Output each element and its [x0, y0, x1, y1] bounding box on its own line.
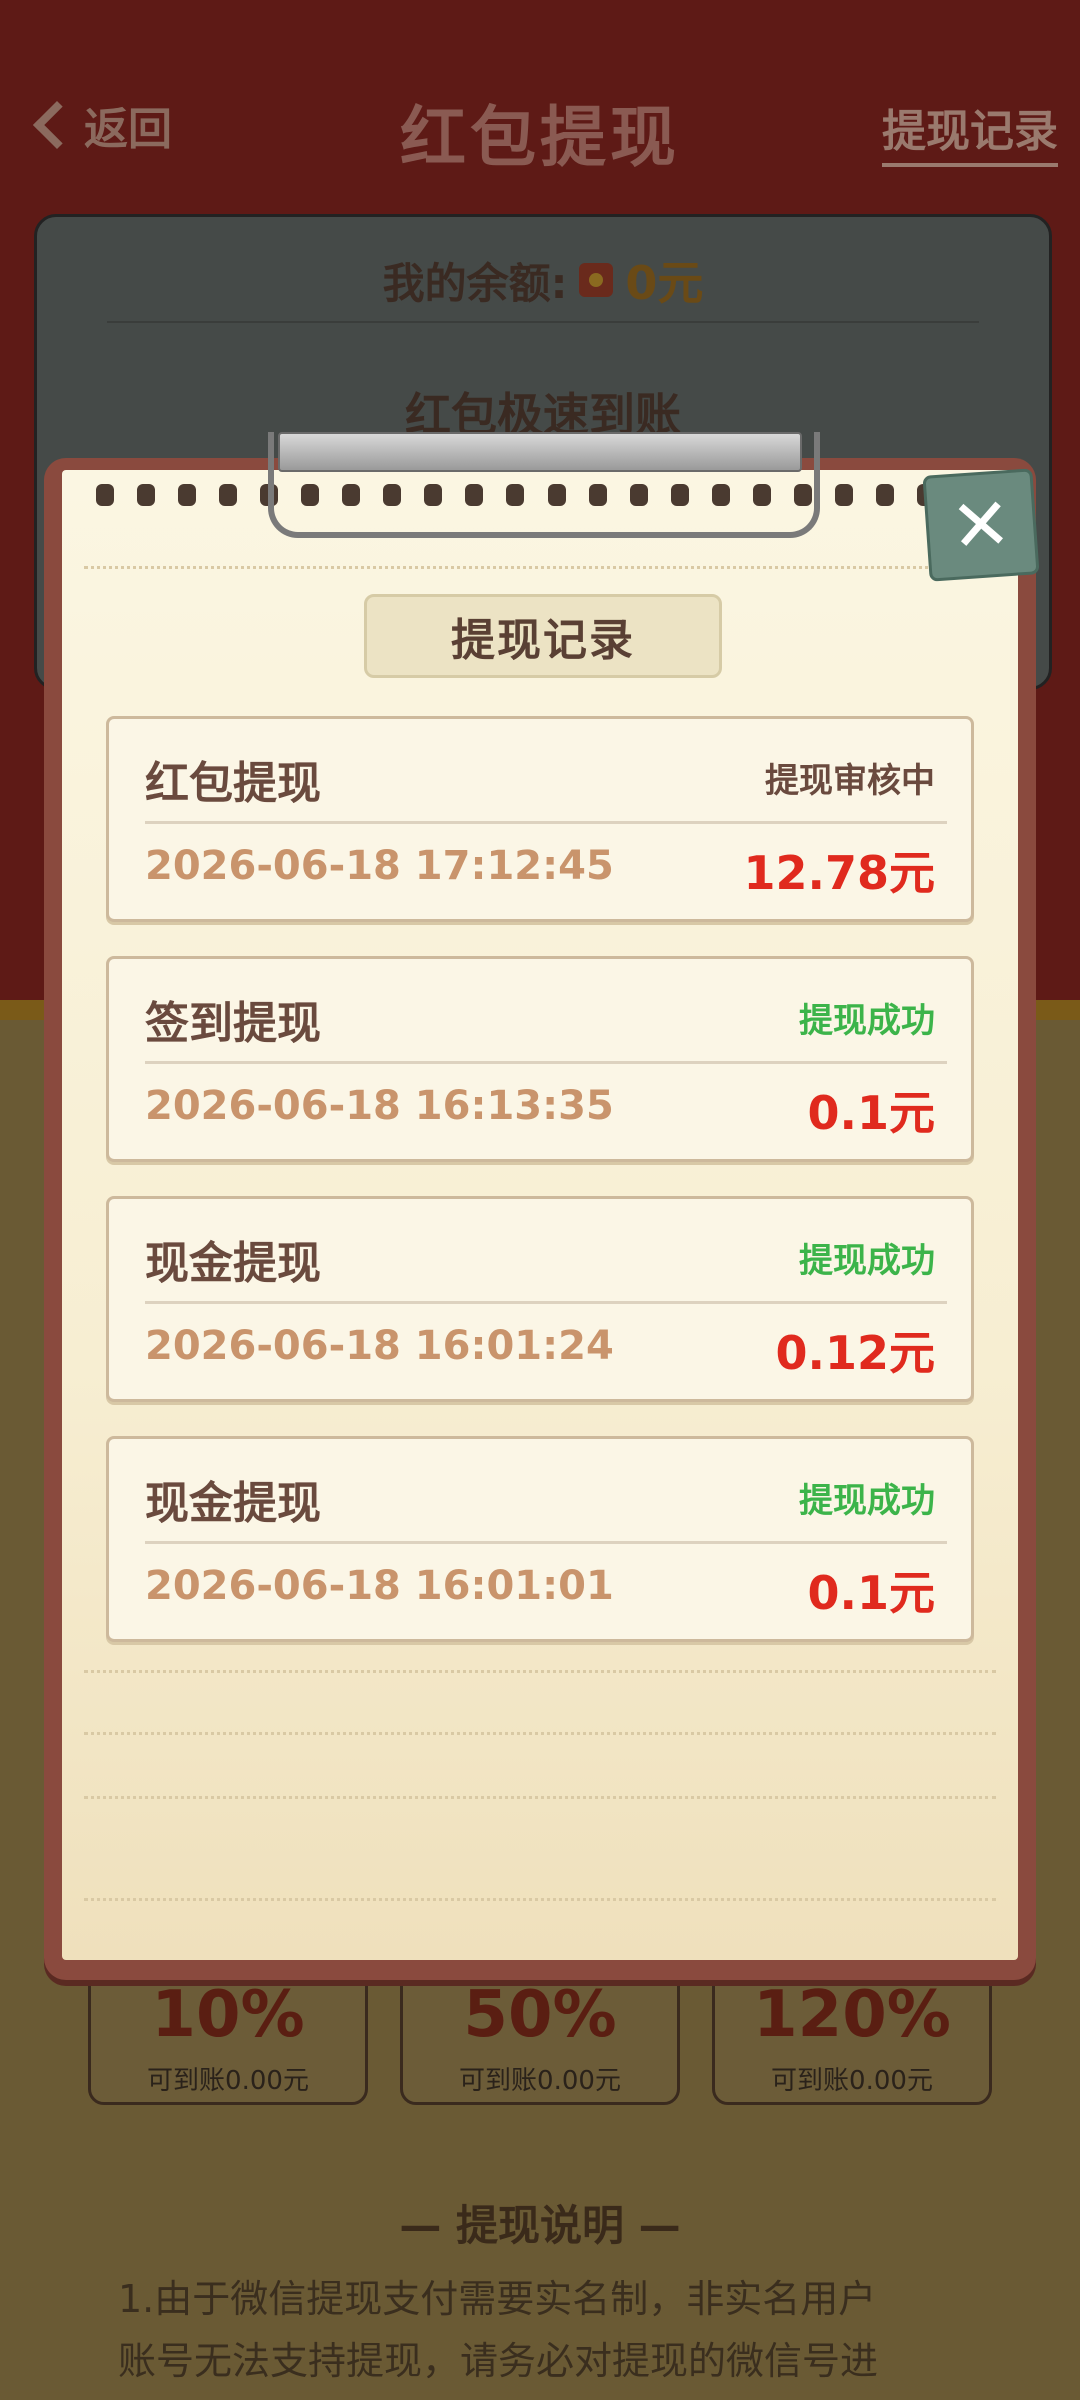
record-item[interactable]: 签到提现 提现成功 2026-06-18 16:13:35 0.1元	[106, 956, 974, 1162]
records-list: 红包提现 提现审核中 2026-06-18 17:12:45 12.78元 签到…	[106, 716, 974, 1676]
record-status: 提现审核中	[765, 761, 935, 801]
record-status: 提现成功	[799, 1001, 935, 1041]
dotted-rule	[84, 1732, 996, 1735]
record-item[interactable]: 红包提现 提现审核中 2026-06-18 17:12:45 12.78元	[106, 716, 974, 922]
dotted-rule	[84, 1796, 996, 1799]
dotted-rule	[84, 1898, 996, 1901]
record-time: 2026-06-18 16:01:24	[145, 1323, 614, 1369]
record-time: 2026-06-18 16:13:35	[145, 1083, 614, 1129]
record-item[interactable]: 现金提现 提现成功 2026-06-18 16:01:01 0.1元	[106, 1436, 974, 1642]
record-amount: 12.78元	[743, 846, 935, 900]
clipboard-clip-bar	[278, 432, 802, 472]
record-time: 2026-06-18 16:01:01	[145, 1563, 614, 1609]
record-amount: 0.1元	[807, 1566, 936, 1620]
record-amount: 0.1元	[807, 1086, 936, 1140]
record-item[interactable]: 现金提现 提现成功 2026-06-18 16:01:24 0.12元	[106, 1196, 974, 1402]
record-divider	[145, 1541, 947, 1544]
record-title: 红包提现	[145, 758, 321, 809]
record-status: 提现成功	[799, 1481, 935, 1521]
dotted-rule	[84, 566, 996, 569]
record-divider	[145, 1061, 947, 1064]
record-status: 提现成功	[799, 1241, 935, 1281]
record-divider	[145, 821, 947, 824]
record-time: 2026-06-18 17:12:45	[145, 843, 614, 889]
modal-title: 提现记录	[364, 594, 722, 678]
record-title: 现金提现	[145, 1478, 321, 1529]
close-button[interactable]: ✕	[922, 468, 1040, 582]
record-title: 签到提现	[145, 998, 321, 1049]
record-divider	[145, 1301, 947, 1304]
record-title: 现金提现	[145, 1238, 321, 1289]
record-amount: 0.12元	[775, 1326, 936, 1380]
close-icon: ✕	[947, 480, 1015, 570]
